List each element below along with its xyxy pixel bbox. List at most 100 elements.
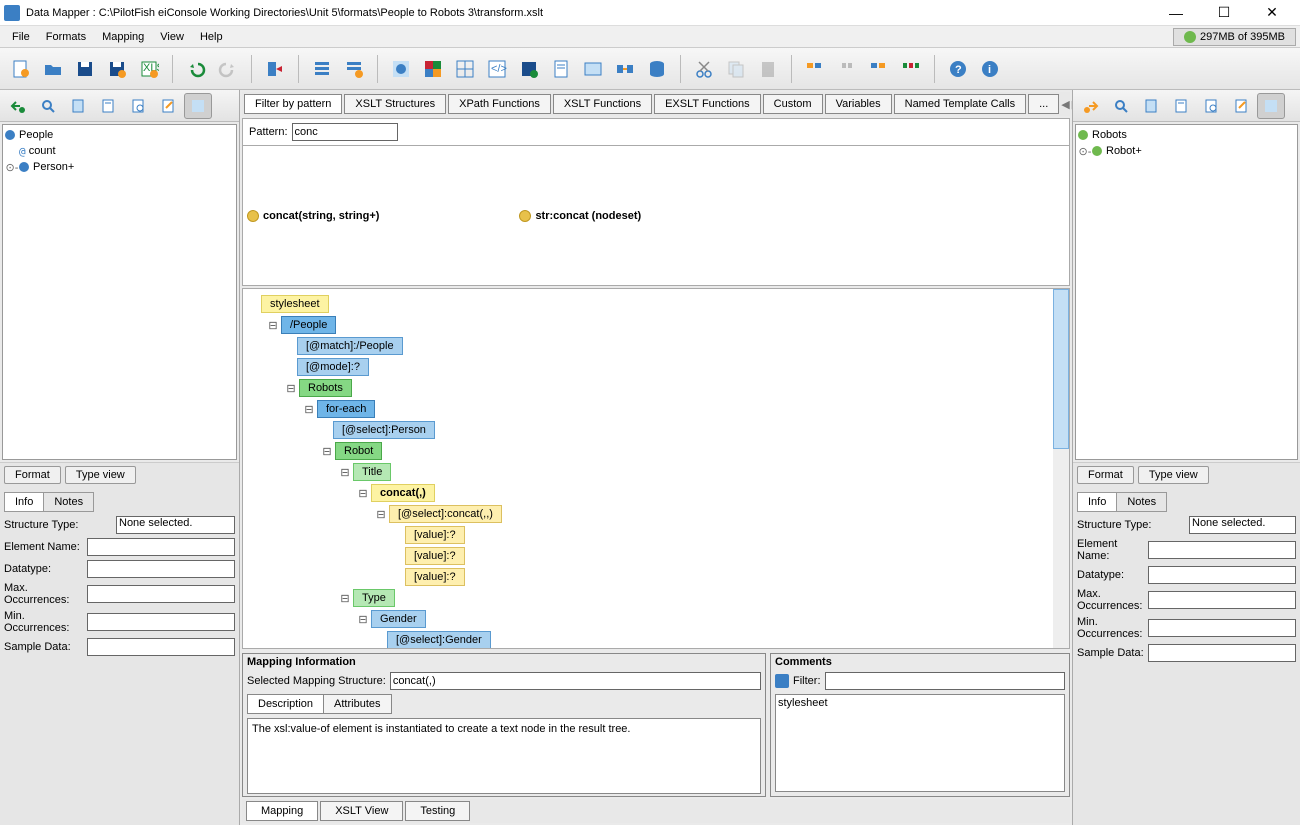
new-file-icon[interactable] <box>6 53 36 85</box>
xslt-tree-node[interactable]: [value]:? <box>247 567 1065 587</box>
sample-input[interactable] <box>1148 644 1296 662</box>
xslt-node-label[interactable]: [@match]:/People <box>297 337 403 355</box>
toggle-left-icon[interactable] <box>184 93 212 119</box>
filter-tab-more[interactable]: ... <box>1028 94 1059 114</box>
xslt-tree[interactable]: stylesheet⊟/People[@match]:/People[@mode… <box>242 288 1070 649</box>
redo-icon[interactable] <box>213 53 243 85</box>
selected-structure-input[interactable] <box>390 672 761 690</box>
filter-tab-xpath[interactable]: XPath Functions <box>448 94 551 114</box>
tab-format-right[interactable]: Format <box>1077 466 1134 484</box>
min-occ-input[interactable] <box>87 613 235 631</box>
tab-description[interactable]: Description <box>247 694 324 714</box>
add-right-icon[interactable] <box>1077 93 1105 119</box>
tree-expander-icon[interactable]: ⊟ <box>339 466 351 479</box>
document-icon[interactable] <box>546 53 576 85</box>
xslt-node-label[interactable]: for-each <box>317 400 375 418</box>
tree-expander-icon[interactable]: ⊟ <box>321 445 333 458</box>
tab-prev-icon[interactable]: ◀ <box>1061 98 1069 111</box>
transfer-icon[interactable] <box>610 53 640 85</box>
doc-right-icon[interactable] <box>1137 93 1165 119</box>
align-left-icon[interactable] <box>800 53 830 85</box>
xslt-node-label[interactable]: [@select]:Gender <box>387 631 491 649</box>
fn-result-item[interactable]: concat(string, string+) <box>247 150 379 281</box>
xslt-tree-node[interactable]: [@select]:Gender <box>247 630 1065 649</box>
tab-attributes[interactable]: Attributes <box>323 694 391 714</box>
open-icon[interactable] <box>38 53 68 85</box>
xslt-tree-node[interactable]: ⊟/People <box>247 315 1065 335</box>
maximize-button[interactable]: ☐ <box>1210 3 1238 23</box>
min-occ-input[interactable] <box>1148 619 1296 637</box>
xslt-node-label[interactable]: [value]:? <box>405 526 465 544</box>
tree-expander-icon[interactable]: ⊟ <box>267 319 279 332</box>
xslt-tree-node[interactable]: ⊟Title <box>247 462 1065 482</box>
menu-file[interactable]: File <box>4 29 38 45</box>
doc-left-icon[interactable] <box>64 93 92 119</box>
edit-left-icon[interactable] <box>154 93 182 119</box>
xslt-tree-node[interactable]: ⊟for-each <box>247 399 1065 419</box>
xslt-node-label[interactable]: Robots <box>299 379 352 397</box>
filter-tab-xslt-fn[interactable]: XSLT Functions <box>553 94 652 114</box>
xslt-node-label[interactable]: stylesheet <box>261 295 329 313</box>
left-tree[interactable]: People @ count ⊙-Person+ <box>2 124 237 460</box>
undo-icon[interactable] <box>181 53 211 85</box>
element-name-input[interactable] <box>87 538 235 556</box>
tree-expander-icon[interactable]: ⊟ <box>303 403 315 416</box>
filter-tab-variables[interactable]: Variables <box>825 94 892 114</box>
paste-icon[interactable] <box>753 53 783 85</box>
panel-icon[interactable] <box>578 53 608 85</box>
scrollbar-thumb[interactable] <box>1053 289 1069 449</box>
exit-icon[interactable] <box>260 53 290 85</box>
info-tool-icon[interactable] <box>386 53 416 85</box>
tab-notes-left[interactable]: Notes <box>43 492 94 512</box>
database-icon[interactable] <box>642 53 672 85</box>
tree-expander-icon[interactable]: ⊟ <box>375 508 387 521</box>
palette-icon[interactable] <box>418 53 448 85</box>
tree-node-label[interactable]: Robots <box>1092 129 1127 141</box>
code-icon[interactable]: </> <box>482 53 512 85</box>
xls-export-icon[interactable]: XLS <box>134 53 164 85</box>
tree-expander-icon[interactable]: ⊟ <box>285 382 297 395</box>
save-icon[interactable] <box>70 53 100 85</box>
distribute-icon[interactable] <box>896 53 926 85</box>
xslt-tree-node[interactable]: [@select]:Person <box>247 420 1065 440</box>
xslt-node-label[interactable]: Title <box>353 463 391 481</box>
max-occ-input[interactable] <box>1148 591 1296 609</box>
xslt-node-label[interactable]: concat(,) <box>371 484 435 502</box>
xslt-node-label[interactable]: Gender <box>371 610 426 628</box>
minimize-button[interactable]: — <box>1162 3 1190 23</box>
filter-input[interactable] <box>825 672 1066 690</box>
xslt-node-label[interactable]: [@select]:Person <box>333 421 435 439</box>
filter-tab-pattern[interactable]: Filter by pattern <box>244 94 342 114</box>
filter-tab-custom[interactable]: Custom <box>763 94 823 114</box>
xslt-tree-node[interactable]: ⊟Robots <box>247 378 1065 398</box>
tree-expander-icon[interactable]: ⊙- <box>5 161 19 174</box>
list-settings-icon[interactable] <box>339 53 369 85</box>
tree-node-label[interactable]: Robot+ <box>1106 145 1142 157</box>
about-icon[interactable]: i <box>975 53 1005 85</box>
filter-tab-exslt[interactable]: EXSLT Functions <box>654 94 761 114</box>
tree-expander-icon[interactable]: ⊟ <box>339 592 351 605</box>
element-name-input[interactable] <box>1148 541 1296 559</box>
close-button[interactable]: ✕ <box>1258 3 1286 23</box>
xslt-tree-node[interactable]: stylesheet <box>247 294 1065 314</box>
tab-notes-right[interactable]: Notes <box>1116 492 1167 512</box>
filter-tab-named-templates[interactable]: Named Template Calls <box>894 94 1026 114</box>
list-left-icon[interactable] <box>94 93 122 119</box>
menu-mapping[interactable]: Mapping <box>94 29 152 45</box>
xslt-node-label[interactable]: Type <box>353 589 395 607</box>
xslt-tree-node[interactable]: ⊟Type <box>247 588 1065 608</box>
tree-expander-icon[interactable]: ⊟ <box>357 487 369 500</box>
datatype-input[interactable] <box>87 560 235 578</box>
copy-icon[interactable] <box>721 53 751 85</box>
max-occ-input[interactable] <box>87 585 235 603</box>
tab-xslt-view[interactable]: XSLT View <box>320 801 403 821</box>
align-center-icon[interactable] <box>832 53 862 85</box>
cut-icon[interactable] <box>689 53 719 85</box>
tab-typeview-right[interactable]: Type view <box>1138 466 1209 484</box>
menu-view[interactable]: View <box>152 29 192 45</box>
sample-input[interactable] <box>87 638 235 656</box>
comment-item[interactable]: stylesheet <box>778 697 1062 709</box>
list-right-icon[interactable] <box>1167 93 1195 119</box>
zoom-left-icon[interactable] <box>124 93 152 119</box>
tab-mapping[interactable]: Mapping <box>246 801 318 821</box>
